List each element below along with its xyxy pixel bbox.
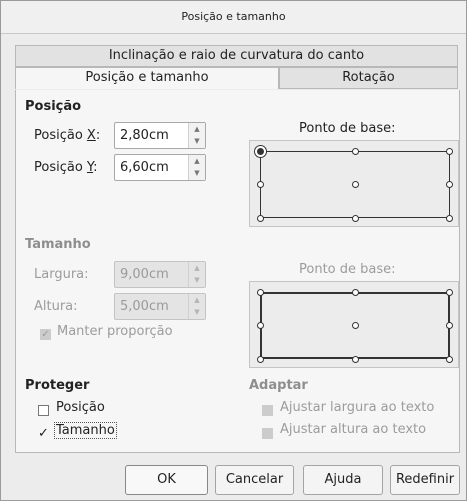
size-base-point-selector[interactable]: [249, 281, 459, 368]
check-icon: ✓: [41, 329, 50, 340]
check-icon: ✓: [38, 426, 49, 441]
width-spinbox[interactable]: 9,00cm ▲ ▼: [114, 261, 206, 288]
base-point-bottom-center[interactable]: [352, 356, 359, 363]
position-header: Posição: [25, 99, 82, 114]
height-spinbox[interactable]: 5,00cm ▲ ▼: [114, 293, 206, 320]
tab-row-bottom: Posição e tamanho Rotação: [15, 67, 458, 89]
keep-ratio-checkbox[interactable]: ✓: [40, 329, 51, 340]
position-x-mnemonic: X: [86, 128, 96, 143]
base-point-middle-left[interactable]: [257, 322, 264, 329]
spin-arrows-icon[interactable]: ▲ ▼: [188, 123, 205, 148]
position-size-dialog: Posição e tamanho Inclinação e raio de c…: [0, 0, 467, 501]
position-y-value: 6,60cm: [120, 160, 169, 175]
position-base-point-selector[interactable]: [249, 140, 459, 227]
adapt-header: Adaptar: [249, 378, 308, 393]
width-value: 9,00cm: [120, 267, 169, 282]
width-label: Largura:: [34, 267, 89, 282]
base-point-top-left[interactable]: [257, 289, 264, 296]
protect-position-checkbox[interactable]: [38, 405, 49, 416]
protect-size-label: Tamanho: [54, 422, 117, 439]
base-point-middle-right[interactable]: [446, 322, 453, 329]
spin-arrows-icon[interactable]: ▲ ▼: [188, 262, 205, 287]
size-header: Tamanho: [25, 237, 91, 252]
tab-panel: Posição Posição X: 2,80cm ▲ ▼ Posição Y: …: [15, 90, 460, 453]
help-button[interactable]: Ajuda: [303, 465, 383, 495]
spin-arrows-icon[interactable]: ▲ ▼: [188, 294, 205, 319]
base-point-center[interactable]: [352, 322, 359, 329]
base-point-bottom-right[interactable]: [446, 356, 453, 363]
base-point-top-right[interactable]: [446, 148, 453, 155]
fit-width-label: Ajustar largura ao texto: [280, 400, 435, 415]
position-y-spinbox[interactable]: 6,60cm ▲ ▼: [114, 154, 206, 181]
base-point-top-center[interactable]: [352, 148, 359, 155]
reset-button[interactable]: Redefinir: [390, 465, 460, 495]
height-label: Altura:: [34, 299, 78, 314]
position-base-point-label: Ponto de base:: [299, 121, 396, 136]
position-x-value: 2,80cm: [120, 128, 169, 143]
base-point-bottom-right[interactable]: [446, 215, 453, 222]
base-point-top-left[interactable]: [257, 148, 264, 155]
keep-ratio-label: Manter proporção: [57, 324, 173, 339]
base-point-bottom-center[interactable]: [352, 215, 359, 222]
ok-button[interactable]: OK: [125, 465, 208, 495]
spin-arrows-icon[interactable]: ▲ ▼: [188, 155, 205, 180]
fit-height-label: Ajustar altura ao texto: [280, 422, 427, 437]
base-point-top-right[interactable]: [446, 289, 453, 296]
position-x-label: Posição X:: [34, 128, 101, 143]
height-value: 5,00cm: [120, 299, 169, 314]
base-point-bottom-left[interactable]: [257, 356, 264, 363]
position-y-label: Posição Y:: [34, 160, 98, 175]
protect-position-label: Posição: [56, 400, 105, 415]
cancel-button[interactable]: Cancelar: [215, 465, 294, 495]
size-base-point-label: Ponto de base:: [299, 262, 396, 277]
base-point-top-center[interactable]: [352, 289, 359, 296]
position-x-spinbox[interactable]: 2,80cm ▲ ▼: [114, 122, 206, 149]
base-point-bottom-left[interactable]: [257, 215, 264, 222]
base-point-center[interactable]: [352, 181, 359, 188]
protect-header: Proteger: [25, 378, 90, 393]
fit-width-checkbox[interactable]: [262, 405, 273, 416]
fit-height-checkbox[interactable]: [262, 428, 273, 439]
window-title: Posição e tamanho: [1, 1, 466, 34]
tab-position-size[interactable]: Posição e tamanho: [15, 67, 279, 89]
base-point-middle-right[interactable]: [446, 181, 453, 188]
tab-rotation[interactable]: Rotação: [279, 67, 458, 89]
tab-slant-corner-radius[interactable]: Inclinação e raio de curvatura do canto: [15, 45, 458, 67]
base-point-middle-left[interactable]: [257, 181, 264, 188]
position-y-mnemonic: Y: [86, 160, 94, 175]
tab-row-top: Inclinação e raio de curvatura do canto: [15, 45, 458, 67]
protect-size-checkbox[interactable]: ✓: [38, 426, 49, 441]
